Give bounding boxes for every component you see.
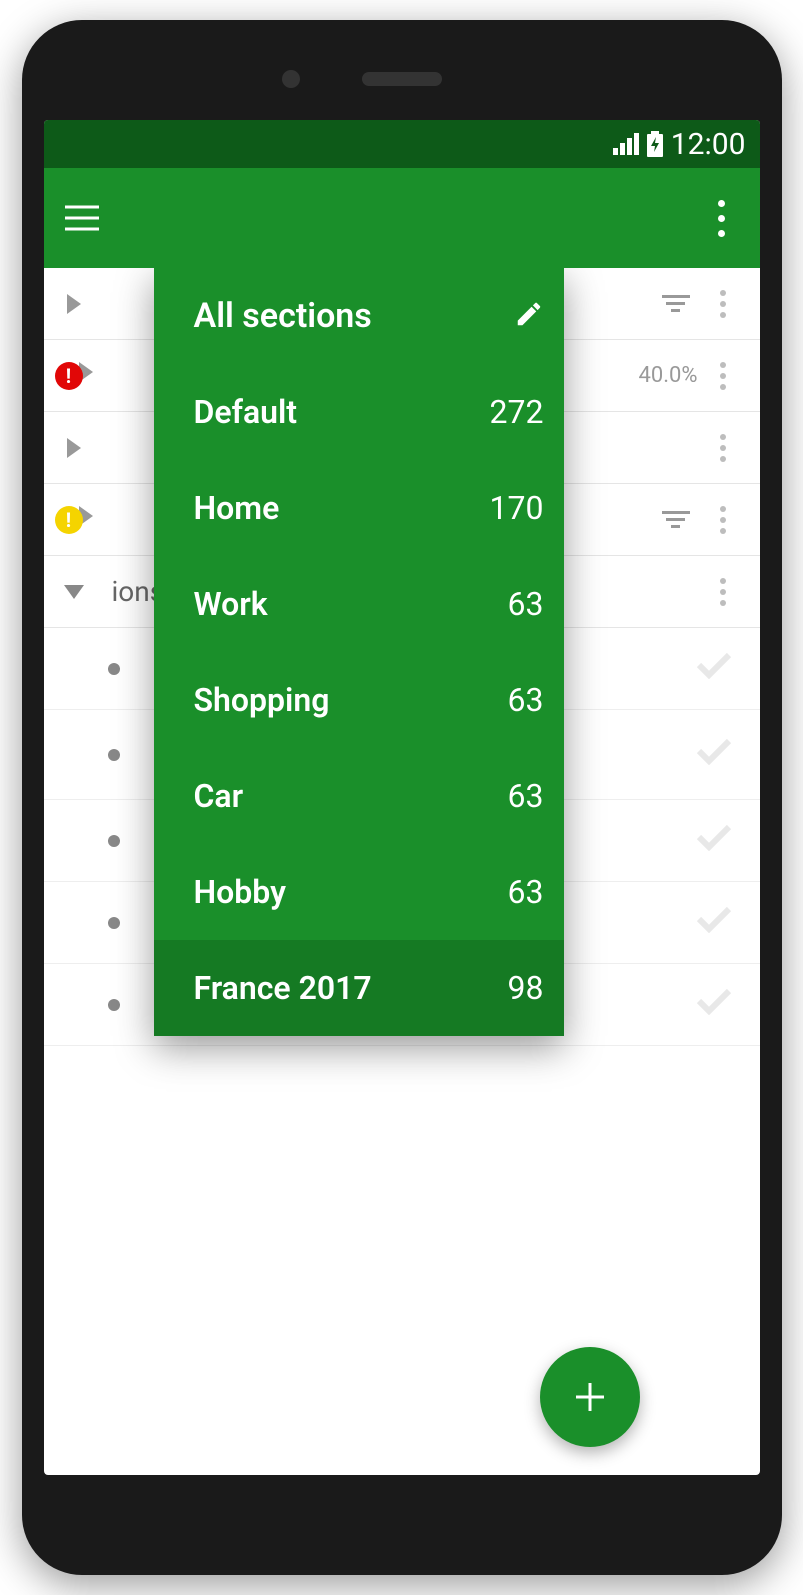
filter-icon[interactable] [662, 511, 690, 528]
chevron-down-icon [64, 585, 84, 599]
dropdown-item-shopping[interactable]: Shopping63 [154, 652, 564, 748]
pencil-icon [514, 299, 544, 329]
dropdown-item-count: 63 [508, 585, 544, 623]
signal-icon [613, 133, 639, 155]
section-percent: 40.0% [638, 363, 697, 388]
dropdown-item-label: France 2017 [194, 969, 508, 1007]
overflow-button[interactable] [698, 194, 746, 242]
dropdown-item-count: 63 [508, 873, 544, 911]
priority-badge: ! [55, 362, 83, 390]
phone-camera [282, 70, 300, 88]
plus-icon [570, 1377, 610, 1417]
task-check[interactable] [696, 905, 736, 941]
screen: 12:00 All sections Default [44, 120, 760, 1475]
content: All sections Default272Home170Work63Shop… [44, 268, 760, 1475]
dropdown-item-count: 63 [508, 681, 544, 719]
hamburger-icon [65, 205, 99, 231]
row-overflow-button[interactable] [710, 568, 736, 616]
filter-icon[interactable] [662, 295, 690, 312]
phone-speaker [362, 72, 442, 86]
dropdown-item-car[interactable]: Car63 [154, 748, 564, 844]
dropdown-item-count: 272 [490, 393, 544, 431]
dropdown-item-count: 98 [508, 969, 544, 1007]
row-overflow-button[interactable] [710, 352, 736, 400]
dropdown-item-france-2017[interactable]: France 201798 [154, 940, 564, 1036]
expand-toggle[interactable]: ! [44, 362, 104, 390]
dropdown-item-count: 63 [508, 777, 544, 815]
dropdown-item-count: 170 [490, 489, 544, 527]
dropdown-header[interactable]: All sections [154, 268, 564, 364]
task-check[interactable] [696, 651, 736, 687]
status-bar: 12:00 [44, 120, 760, 168]
task-check[interactable] [696, 987, 736, 1023]
dropdown-item-label: Work [194, 585, 508, 623]
edit-sections-button[interactable] [514, 299, 544, 333]
row-overflow-button[interactable] [710, 280, 736, 328]
priority-badge: ! [55, 506, 83, 534]
battery-icon [647, 131, 663, 157]
expand-toggle[interactable] [44, 585, 104, 599]
dropdown-item-home[interactable]: Home170 [154, 460, 564, 556]
dropdown-title: All sections [194, 296, 514, 336]
status-time: 12:00 [671, 127, 746, 162]
dropdown-item-label: Shopping [194, 681, 508, 719]
dropdown-item-label: Default [194, 393, 490, 431]
dropdown-item-label: Home [194, 489, 490, 527]
dropdown-item-work[interactable]: Work63 [154, 556, 564, 652]
expand-toggle[interactable]: ! [44, 506, 104, 534]
row-overflow-button[interactable] [710, 496, 736, 544]
chevron-right-icon [67, 294, 81, 314]
phone-frame: 12:00 All sections Default [22, 20, 782, 1575]
dropdown-item-label: Hobby [194, 873, 508, 911]
menu-button[interactable] [58, 194, 106, 242]
row-overflow-button[interactable] [710, 424, 736, 472]
chevron-right-icon [67, 438, 81, 458]
expand-toggle[interactable] [44, 294, 104, 314]
dropdown-item-label: Car [194, 777, 508, 815]
expand-toggle[interactable] [44, 438, 104, 458]
dropdown-item-default[interactable]: Default272 [154, 364, 564, 460]
dropdown-item-hobby[interactable]: Hobby63 [154, 844, 564, 940]
add-fab[interactable] [540, 1347, 640, 1447]
sections-dropdown: All sections Default272Home170Work63Shop… [154, 268, 564, 1036]
task-check[interactable] [696, 737, 736, 773]
task-check[interactable] [696, 823, 736, 859]
app-bar [44, 168, 760, 268]
